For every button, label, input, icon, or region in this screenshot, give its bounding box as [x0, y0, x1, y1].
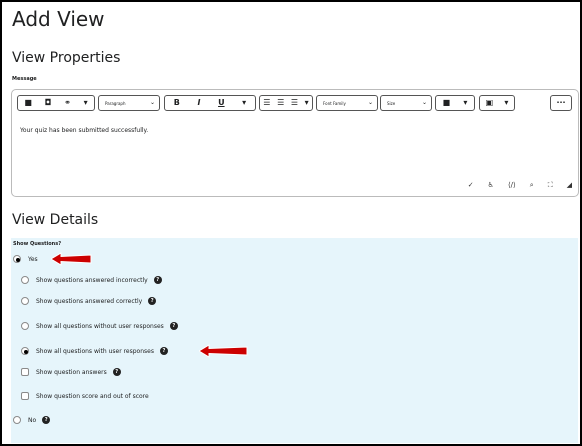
italic-button[interactable]: I: [198, 99, 201, 107]
without-user-responses-radio[interactable]: [21, 322, 29, 330]
help-icon[interactable]: ?: [153, 276, 162, 284]
font-family-select[interactable]: Font Family ⌄: [316, 95, 378, 111]
paragraph-select-label: Paragraph: [105, 100, 126, 106]
accessibility-icon[interactable]: ♿: [488, 181, 494, 190]
view-details-panel: Show Questions? Yes Show questions answe…: [11, 238, 578, 443]
resize-handle-icon[interactable]: ◢: [567, 181, 572, 190]
link-icon[interactable]: ⚭: [64, 99, 71, 107]
image-icon[interactable]: ◘: [45, 99, 52, 107]
message-label: Message: [12, 76, 37, 82]
with-user-responses-radio[interactable]: [21, 347, 29, 355]
option-answered-incorrectly[interactable]: Show questions answered incorrectly ?: [21, 276, 162, 284]
option-label: Yes: [28, 255, 38, 263]
answered-correctly-radio[interactable]: [21, 297, 29, 305]
spellcheck-icon[interactable]: ✓: [468, 181, 474, 190]
video-icon[interactable]: ■: [24, 99, 32, 107]
option-label: Show question score and out of score: [36, 392, 149, 400]
score-checkbox[interactable]: [21, 392, 29, 400]
option-answered-correctly[interactable]: Show questions answered correctly ?: [21, 297, 157, 305]
chevron-down-icon[interactable]: ▾: [84, 99, 88, 107]
fullscreen-icon[interactable]: ⛶: [548, 181, 553, 190]
option-no[interactable]: No ?: [13, 416, 51, 424]
option-label: No: [28, 416, 37, 424]
chevron-down-icon[interactable]: ▾: [504, 99, 508, 107]
bold-button[interactable]: B: [174, 99, 180, 107]
annotation-arrow-icon: [199, 344, 248, 358]
insert-toolbar-group: ■ ◘ ⚭ ▾: [17, 95, 95, 111]
help-icon[interactable]: ?: [159, 347, 168, 355]
add-view-page: Add View View Properties Message ■ ◘ ⚭ ▾…: [0, 0, 582, 446]
option-yes[interactable]: Yes: [13, 255, 38, 263]
align-icon[interactable]: ☰: [263, 99, 270, 107]
annotation-arrow-icon: [51, 252, 92, 266]
option-label: Show questions answered correctly: [36, 297, 143, 305]
option-label: Show questions answered incorrectly: [36, 276, 148, 284]
question-answers-checkbox[interactable]: [21, 368, 29, 376]
option-with-user-responses[interactable]: Show all questions with user responses ?: [21, 347, 168, 355]
chevron-down-icon: ⌄: [367, 99, 373, 106]
source-code-icon[interactable]: ⟨/⟩: [508, 181, 516, 190]
answered-incorrectly-radio[interactable]: [21, 276, 29, 284]
option-question-answers[interactable]: Show question answers ?: [21, 368, 121, 376]
no-radio[interactable]: [13, 416, 21, 424]
chevron-down-icon: ⌄: [149, 99, 155, 106]
insert-stuff-icon[interactable]: ▣: [486, 99, 494, 107]
list-icon[interactable]: ☰: [291, 99, 298, 107]
paragraph-select[interactable]: Paragraph ⌄: [98, 95, 160, 111]
option-score[interactable]: Show question score and out of score: [21, 392, 149, 400]
option-label: Show all questions without user response…: [36, 322, 164, 330]
page-title: Add View: [12, 7, 105, 31]
color-toolbar-group[interactable]: ■ ▾: [435, 95, 475, 111]
insert-stuff-toolbar-group[interactable]: ▣ ▾: [479, 95, 515, 111]
editor-content[interactable]: Your quiz has been submitted successfull…: [20, 127, 148, 134]
message-editor[interactable]: ■ ◘ ⚭ ▾ Paragraph ⌄ B I U ▾ ☰ ☰ ☰ ▾ Font…: [11, 89, 579, 197]
more-button[interactable]: ···: [550, 95, 572, 111]
show-questions-label: Show Questions?: [13, 241, 62, 247]
size-label: Size: [387, 100, 396, 106]
view-details-heading: View Details: [12, 212, 99, 228]
view-properties-heading: View Properties: [12, 50, 121, 66]
chevron-down-icon[interactable]: ▾: [463, 99, 467, 107]
yes-radio[interactable]: [13, 255, 21, 263]
option-label: Show question answers: [36, 368, 107, 376]
indent-icon[interactable]: ☰: [277, 99, 284, 107]
preview-icon[interactable]: ⌕: [530, 181, 534, 190]
chevron-down-icon[interactable]: ▾: [305, 99, 309, 107]
font-family-label: Font Family: [323, 100, 346, 106]
help-icon[interactable]: ?: [42, 416, 51, 424]
color-swatch-icon[interactable]: ■: [443, 99, 451, 107]
help-icon[interactable]: ?: [112, 368, 121, 376]
help-icon[interactable]: ?: [148, 297, 157, 305]
underline-button[interactable]: U: [218, 99, 225, 107]
editor-footer-toolbar: ✓ ♿ ⟨/⟩ ⌕ ⛶ ◢: [468, 181, 572, 190]
help-icon[interactable]: ?: [169, 322, 178, 330]
size-select[interactable]: Size ⌄: [380, 95, 432, 111]
chevron-down-icon: ⌄: [421, 99, 427, 106]
option-without-user-responses[interactable]: Show all questions without user response…: [21, 322, 178, 330]
align-toolbar-group: ☰ ☰ ☰ ▾: [259, 95, 313, 111]
more-icon: ···: [556, 98, 566, 107]
format-toolbar-group: B I U ▾: [164, 95, 256, 111]
option-label: Show all questions with user responses: [36, 347, 154, 355]
chevron-down-icon[interactable]: ▾: [242, 99, 246, 107]
